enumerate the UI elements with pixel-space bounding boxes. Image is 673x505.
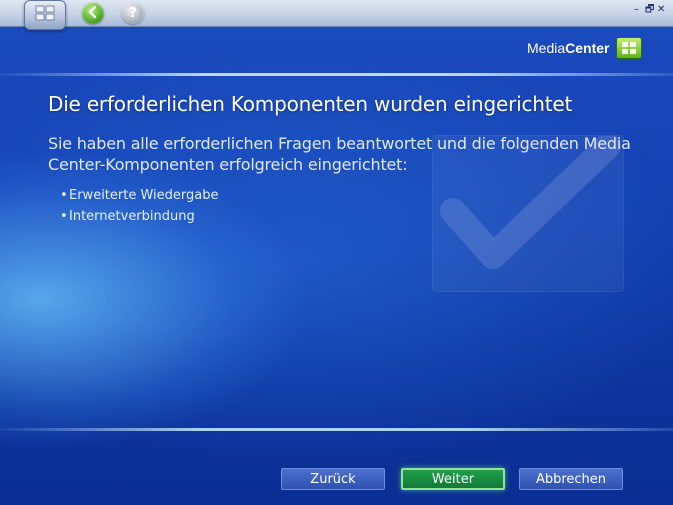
bullet: • bbox=[60, 209, 68, 224]
help-button[interactable]: ? bbox=[122, 2, 144, 24]
logo-text-center: Center bbox=[565, 40, 610, 56]
list-item-label: Internetverbindung bbox=[69, 209, 195, 224]
list-item: •Erweiterte Wiedergabe bbox=[60, 185, 218, 206]
back-arrow-icon bbox=[86, 4, 100, 23]
back-wizard-button[interactable]: Zurück bbox=[281, 468, 385, 490]
windows-flag-icon bbox=[34, 5, 56, 25]
component-list: •Erweiterte Wiedergabe •Internetverbindu… bbox=[60, 185, 218, 227]
next-button[interactable]: Weiter bbox=[401, 468, 505, 490]
start-button[interactable] bbox=[24, 0, 66, 30]
page-subtitle: Sie haben alle erforderlichen Fragen bea… bbox=[48, 134, 631, 174]
cancel-button[interactable]: Abbrechen bbox=[519, 468, 623, 490]
list-item: •Internetverbindung bbox=[60, 206, 218, 227]
list-item-label: Erweiterte Wiedergabe bbox=[69, 188, 219, 203]
logo-text-media: Media bbox=[527, 40, 566, 56]
windows-logo-icon bbox=[615, 37, 642, 59]
divider-top bbox=[0, 73, 673, 76]
help-question-icon: ? bbox=[129, 5, 137, 21]
media-center-logo: Media Center bbox=[527, 37, 642, 59]
title-bar: ? – 🗗 ✕ bbox=[0, 0, 673, 30]
back-button[interactable] bbox=[82, 2, 104, 24]
page-title: Die erforderlichen Komponenten wurden ei… bbox=[48, 92, 573, 116]
restore-button[interactable]: 🗗 bbox=[645, 3, 654, 17]
bullet: • bbox=[60, 188, 68, 203]
divider-bottom bbox=[0, 428, 673, 431]
minimize-button[interactable]: – bbox=[634, 3, 639, 17]
close-button[interactable]: ✕ bbox=[657, 3, 665, 17]
